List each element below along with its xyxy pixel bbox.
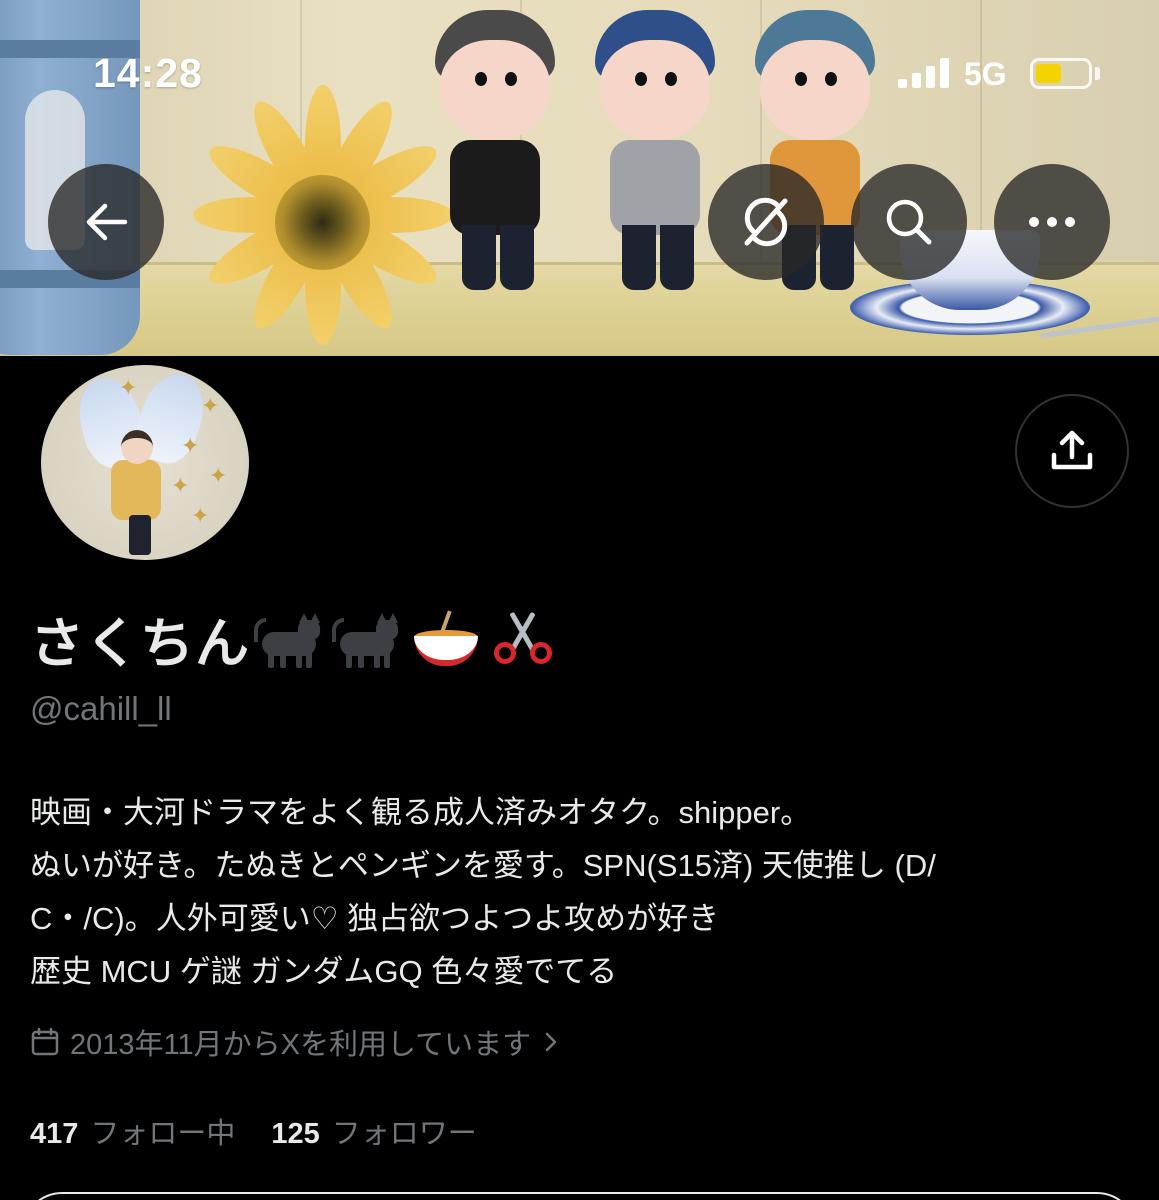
grok-button[interactable]: [708, 164, 824, 280]
joined-date-row[interactable]: 2013年11月からXを利用しています: [30, 1022, 561, 1062]
followers-label[interactable]: フォロワー: [332, 1110, 477, 1152]
banner-decoration: [980, 0, 982, 265]
battery-icon: [1030, 58, 1092, 89]
banner-plush: [580, 10, 730, 290]
search-button[interactable]: [851, 164, 967, 280]
black-cat-icon: [252, 606, 328, 670]
joined-date: 2013年11月からXを利用しています: [70, 1029, 532, 1061]
black-cat-icon: [330, 606, 406, 670]
battery-nub: [1095, 67, 1100, 80]
calendar-icon: [31, 1027, 59, 1056]
profile-tab-bar-edge: [22, 1192, 1137, 1200]
bio-line: 歴史 MCU ゲ謎 ガンダムGQ 色々愛でてる: [30, 954, 618, 989]
profile-bio: 映画・大河ドラマをよく観る成人済みオタク。shipper。 ぬいが好き。たぬきと…: [30, 786, 1140, 998]
status-time: 14:28: [93, 50, 203, 96]
grok-slash-icon: [744, 197, 788, 247]
bio-line: 映画・大河ドラマをよく観る成人済みオタク。shipper。: [30, 795, 812, 830]
network-type: 5G: [964, 56, 1007, 92]
chevron-right-icon: [545, 1032, 557, 1052]
followers-count[interactable]: 125: [271, 1118, 319, 1151]
user-handle: @cahill_ll: [30, 690, 172, 727]
share-upload-icon: [1051, 430, 1093, 470]
bio-line: C・/C)。人外可愛い♡ 独占欲つよつよ攻めが好き: [30, 901, 720, 936]
following-count[interactable]: 417: [30, 1118, 78, 1151]
battery-level: [1036, 64, 1061, 83]
search-icon: [886, 199, 932, 245]
cellular-signal-icon: [898, 58, 950, 88]
avatar[interactable]: ✦ ✦ ✦ ✦ ✦ ✦: [41, 365, 249, 560]
more-horizontal-icon: [1029, 217, 1075, 227]
bio-line: ぬいが好き。たぬきとペンギンを愛す。SPN(S15済) 天使推し (D/: [30, 848, 936, 883]
noodle-bowl-icon: [408, 606, 484, 670]
display-name-row: さくちん: [30, 606, 562, 674]
follow-stats: 417 フォロー中 125 フォロワー: [30, 1110, 513, 1152]
back-button[interactable]: [48, 164, 164, 280]
back-arrow-icon: [86, 203, 128, 241]
following-label[interactable]: フォロー中: [90, 1110, 235, 1152]
banner-sunflower: [180, 80, 460, 350]
banner-plush: [420, 10, 570, 290]
more-button[interactable]: [994, 164, 1110, 280]
share-profile-button[interactable]: [1015, 394, 1129, 508]
display-name: さくちん: [30, 613, 250, 674]
scissors-icon: [486, 606, 562, 670]
